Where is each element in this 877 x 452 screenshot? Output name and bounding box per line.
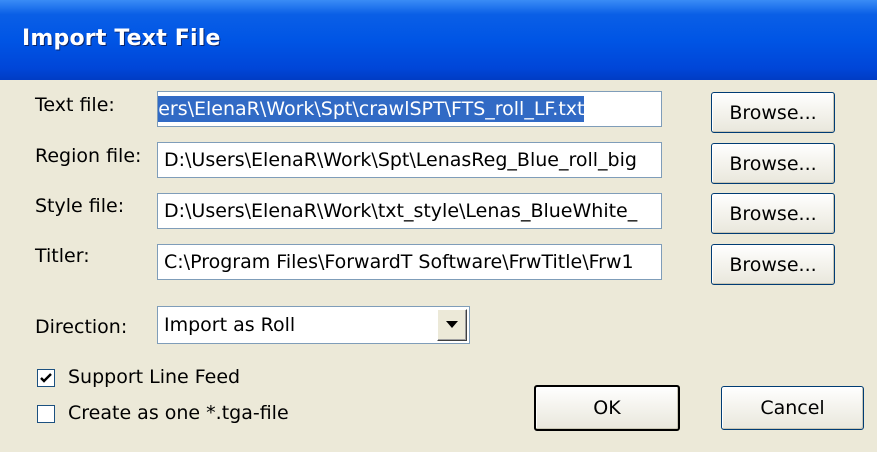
region-file-value: D:\Users\ElenaR\Work\Spt\LenasReg_Blue_r… [164, 149, 637, 171]
titler-value: C:\Program Files\ForwardT Software\FrwTi… [164, 251, 634, 273]
region-file-input[interactable]: D:\Users\ElenaR\Work\Spt\LenasReg_Blue_r… [157, 142, 662, 178]
style-file-input[interactable]: D:\Users\ElenaR\Work\txt_style\Lenas_Blu… [157, 193, 662, 229]
direction-select[interactable]: Import as Roll [157, 306, 470, 344]
title-bar: Import Text File [0, 0, 877, 80]
text-file-browse-button[interactable]: Browse... [711, 92, 835, 133]
titler-input[interactable]: C:\Program Files\ForwardT Software\FrwTi… [157, 244, 662, 280]
text-file-value: \Users\ElenaR\Work\Spt\crawlSPT\FTS_roll… [158, 96, 585, 122]
titler-browse-button[interactable]: Browse... [711, 244, 835, 285]
create-one-tga-label[interactable]: Create as one *.tga-file [68, 402, 289, 424]
direction-label: Direction: [35, 316, 128, 338]
text-file-input[interactable]: \Users\ElenaR\Work\Spt\crawlSPT\FTS_roll… [157, 91, 662, 127]
support-line-feed-label[interactable]: Support Line Feed [68, 366, 240, 388]
style-file-label: Style file: [35, 195, 125, 217]
style-file-value: D:\Users\ElenaR\Work\txt_style\Lenas_Blu… [164, 200, 638, 222]
region-file-browse-button[interactable]: Browse... [711, 143, 835, 184]
titler-label: Titler: [35, 245, 90, 267]
ok-button[interactable]: OK [534, 385, 680, 431]
region-file-label: Region file: [35, 145, 142, 167]
dropdown-arrow-button[interactable] [437, 309, 467, 341]
style-file-browse-button[interactable]: Browse... [711, 193, 835, 234]
direction-value: Import as Roll [164, 314, 296, 336]
cancel-button[interactable]: Cancel [721, 386, 864, 430]
dialog-title: Import Text File [22, 26, 221, 51]
create-one-tga-checkbox[interactable] [37, 405, 55, 423]
support-line-feed-checkbox[interactable] [37, 369, 55, 387]
text-file-label: Text file: [35, 94, 115, 116]
